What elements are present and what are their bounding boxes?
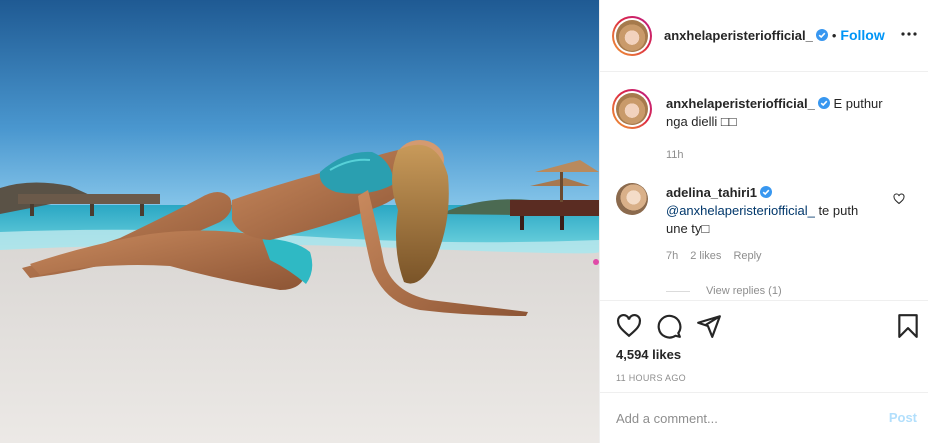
header-title-row: anxhelaperisteriofficial_ • Follow — [664, 27, 885, 45]
header-username[interactable]: anxhelaperisteriofficial_ — [664, 28, 813, 43]
post-header: anxhelaperisteriofficial_ • Follow — [600, 0, 928, 72]
reply-button[interactable]: Reply — [733, 250, 761, 262]
comment-timestamp[interactable]: 7h — [666, 250, 678, 262]
caption-timestamp[interactable]: 11h — [666, 149, 684, 161]
commenter-avatar[interactable] — [616, 183, 648, 215]
more-options-icon[interactable] — [901, 26, 917, 42]
share-icon[interactable] — [696, 313, 722, 339]
heart-icon[interactable] — [616, 313, 642, 339]
post-sidebar: anxhelaperisteriofficial_ • Follow anxhela… — [599, 0, 928, 443]
comment-icon[interactable] — [656, 313, 682, 339]
comment-meta: 7h 2 likes Reply — [666, 250, 896, 262]
caption-text: E puthur — [833, 96, 883, 111]
view-replies-label: View replies (1) — [706, 285, 782, 297]
verified-badge-icon — [815, 29, 828, 41]
view-replies-button[interactable]: View replies (1) — [666, 285, 782, 297]
comment-like-heart-icon[interactable] — [893, 193, 905, 205]
author-avatar[interactable] — [612, 16, 652, 56]
add-comment-input[interactable] — [616, 409, 866, 427]
caption-block: anxhelaperisteriofficial_ E puthur nga d… — [666, 95, 906, 161]
beach-photo-image — [0, 0, 599, 443]
post-photo[interactable] — [0, 0, 599, 443]
verified-badge-icon — [817, 97, 830, 109]
view-replies-line — [666, 290, 690, 292]
comment-block: adelina_tahiri1 @anxhelaperisteriofficia… — [666, 184, 896, 262]
comment-line-1: adelina_tahiri1 — [666, 184, 896, 202]
comment-likes[interactable]: 2 likes — [690, 250, 721, 262]
header-separator: • — [831, 28, 837, 43]
follow-button[interactable]: Follow — [840, 27, 884, 43]
comment-username[interactable]: adelina_tahiri1 — [666, 185, 757, 200]
comment-line-3: une ty□ — [666, 221, 710, 236]
caption-username[interactable]: anxhelaperisteriofficial_ — [666, 96, 815, 111]
add-comment-bar: Post — [600, 392, 928, 443]
likes-count[interactable]: 4,594 likes — [616, 347, 681, 362]
bookmark-icon[interactable] — [895, 313, 921, 339]
comments-list[interactable]: anxhelaperisteriofficial_ E puthur nga d… — [600, 73, 928, 300]
comment-line-2: @anxhelaperisteriofficial_ te puth — [666, 202, 896, 220]
caption-line-1: anxhelaperisteriofficial_ E puthur — [666, 95, 906, 113]
caption-avatar[interactable] — [612, 89, 652, 129]
comment-mention[interactable]: @anxhelaperisteriofficial_ — [666, 203, 815, 218]
caption-line-2: nga dielli □□ — [666, 114, 737, 129]
posted-ago[interactable]: 11 HOURS AGO — [616, 373, 686, 383]
post-actions: 4,594 likes 11 HOURS AGO — [600, 300, 928, 392]
caption-time: 11h — [666, 149, 906, 161]
comment-text: te puth — [814, 203, 859, 218]
verified-badge-icon — [760, 186, 773, 198]
post-comment-button[interactable]: Post — [889, 410, 917, 425]
